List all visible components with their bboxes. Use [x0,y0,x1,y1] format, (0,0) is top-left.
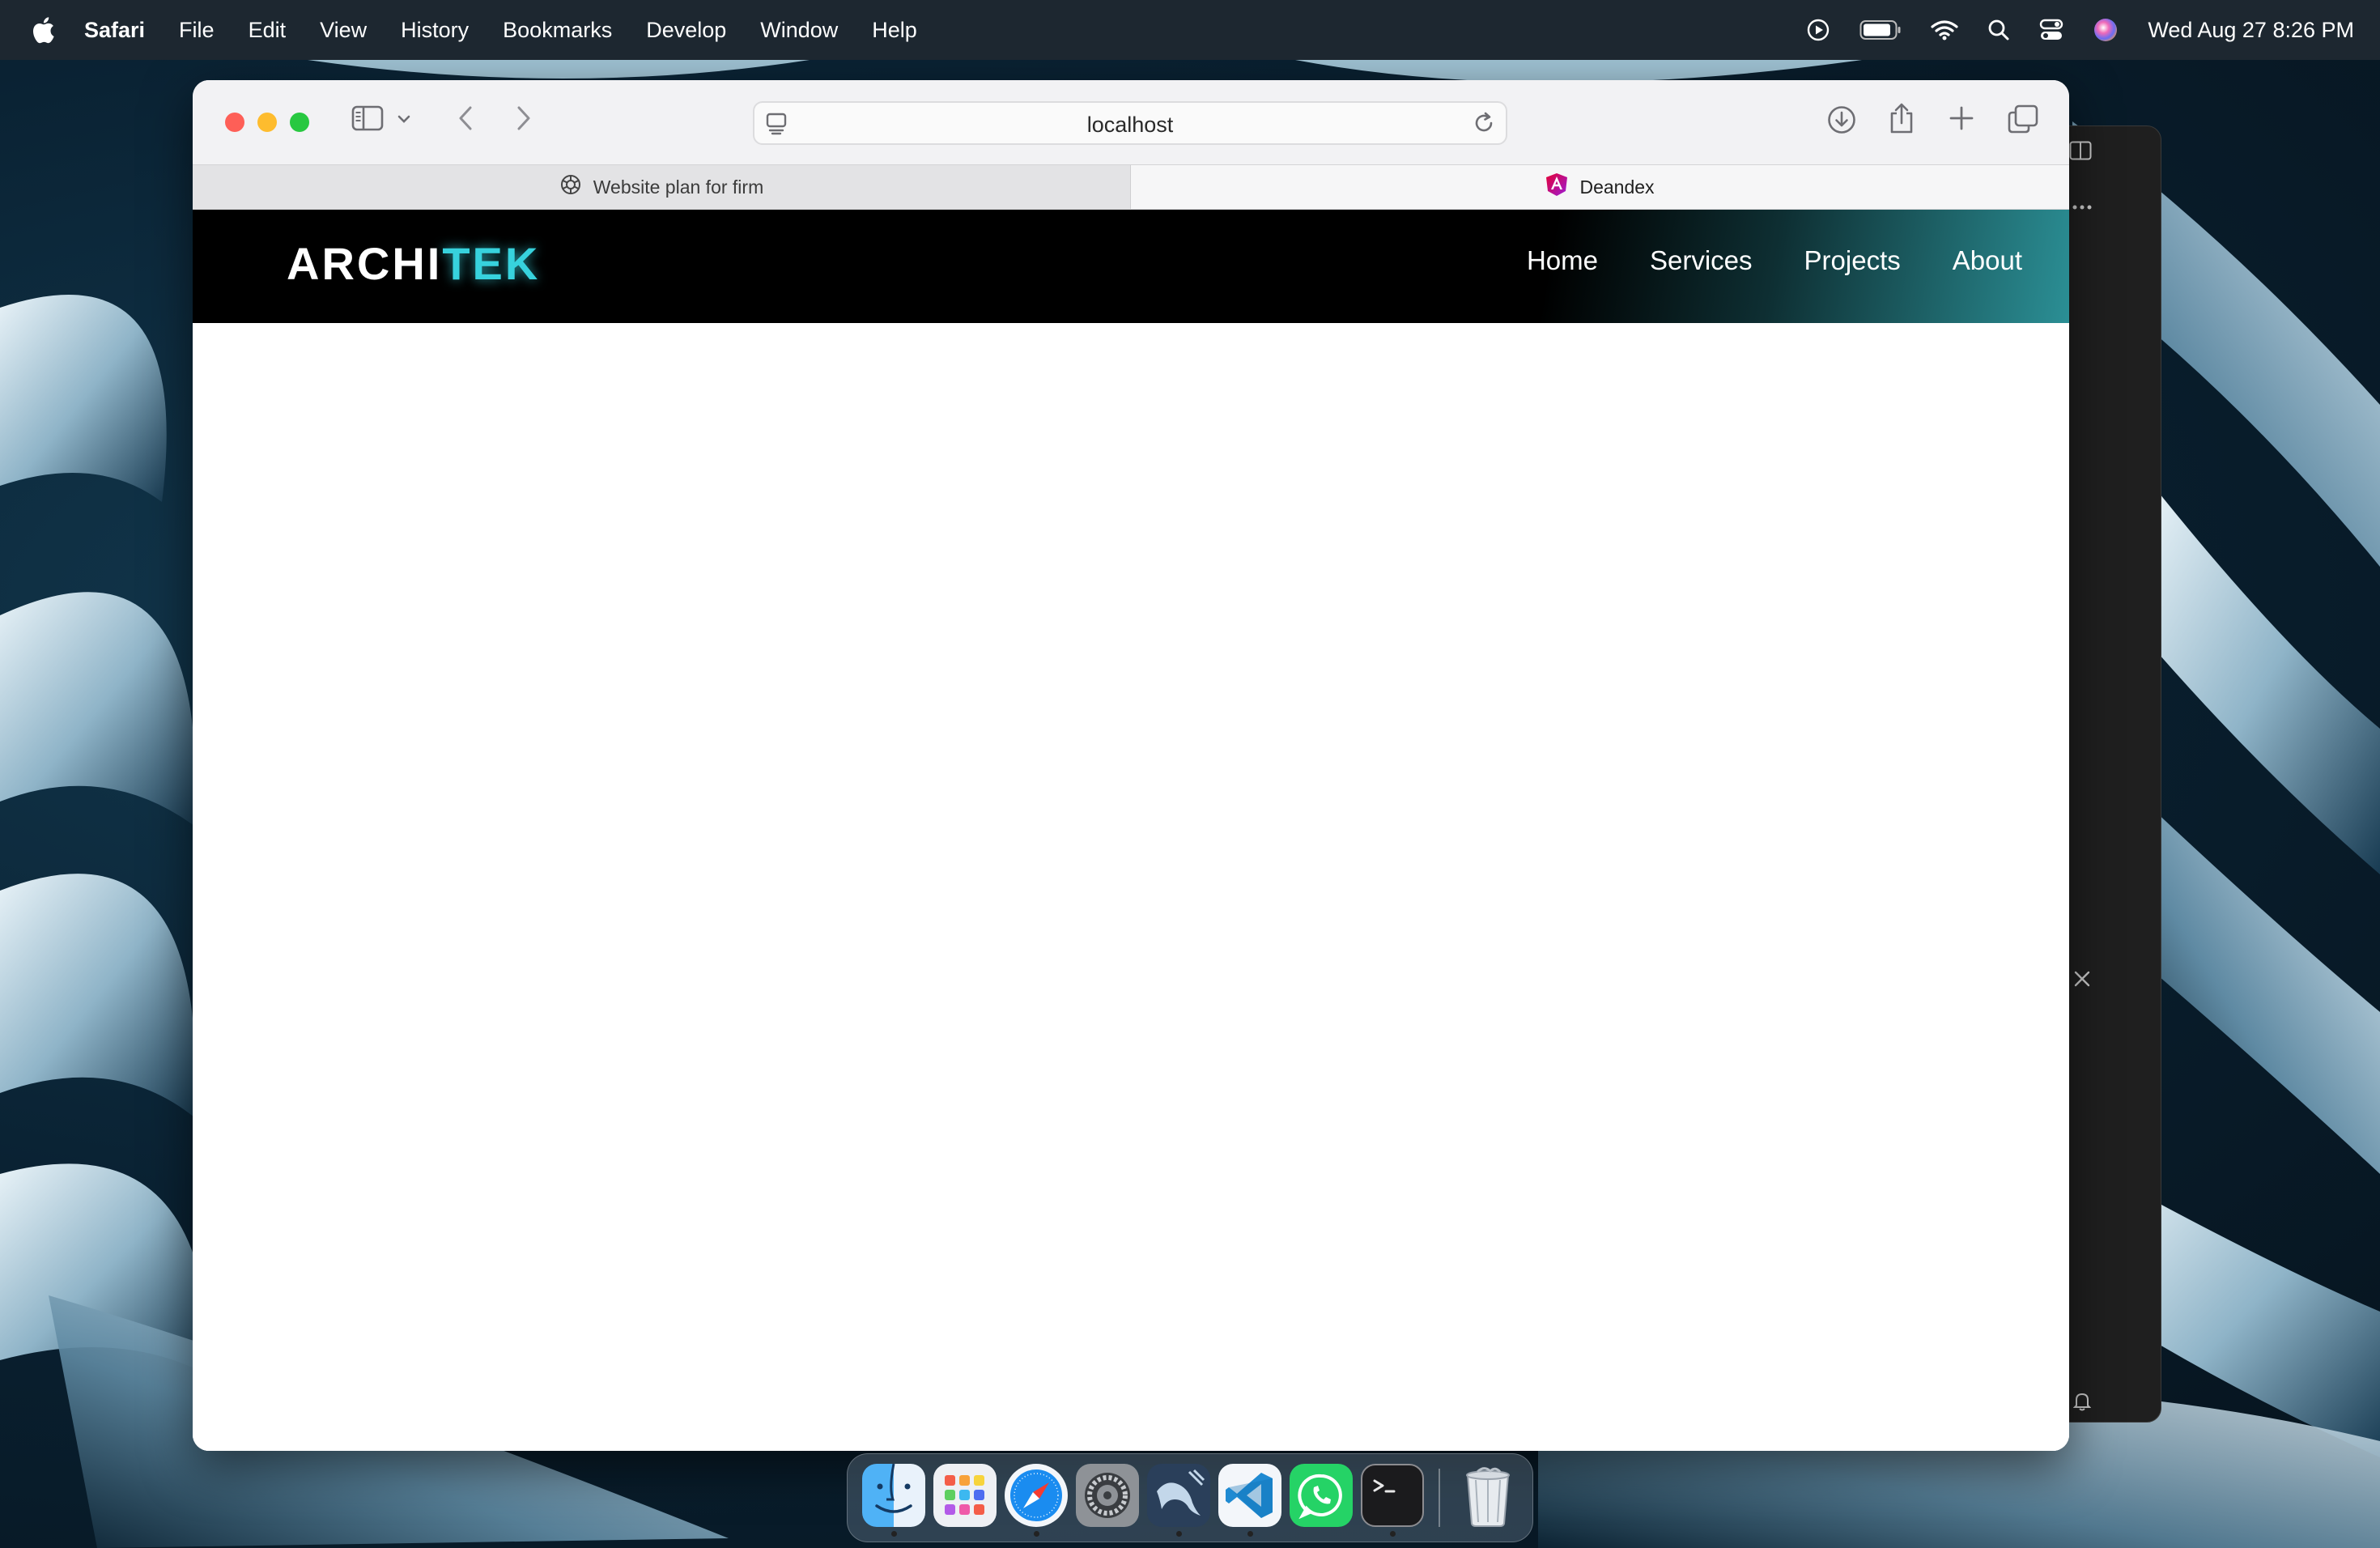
running-indicator [891,1531,897,1537]
running-indicator [1390,1531,1396,1537]
reload-icon[interactable] [1472,111,1496,139]
tab-website-plan[interactable]: Website plan for firm [193,165,1131,209]
minimize-window-button[interactable] [257,113,277,132]
web-page: ARCHITEK Home Services Projects About [193,210,2069,1451]
system-settings-icon[interactable] [1076,1464,1139,1527]
mysql-workbench-icon[interactable] [1147,1464,1210,1527]
address-bar[interactable]: localhost [753,101,1507,145]
dock [847,1453,1533,1542]
control-center-icon[interactable] [2039,19,2063,41]
tab-title: Deandex [1579,176,1655,198]
menu-window[interactable]: Window [760,18,838,43]
trash-icon[interactable] [1456,1464,1519,1527]
angular-icon [1545,172,1568,202]
menu-clock[interactable]: Wed Aug 27 8:26 PM [2148,18,2354,43]
panel-layout-icon[interactable] [2069,141,2092,166]
share-icon[interactable] [1888,101,1915,135]
menu-bookmarks[interactable]: Bookmarks [503,18,612,43]
url-text: localhost [1086,113,1174,137]
launchpad-icon[interactable] [933,1464,997,1527]
more-icon[interactable] [2072,191,2093,216]
menu-help[interactable]: Help [872,18,917,43]
wifi-icon[interactable] [1931,19,1958,40]
tab-title: Website plan for firm [593,176,764,198]
nav-home[interactable]: Home [1527,245,1598,276]
apple-icon[interactable] [31,16,55,44]
whatsapp-icon[interactable] [1290,1464,1353,1527]
menu-history[interactable]: History [401,18,469,43]
menu-edit[interactable]: Edit [249,18,287,43]
downloads-icon[interactable] [1826,104,1857,135]
bell-icon[interactable] [2072,1392,2092,1417]
menu-bar: Safari File Edit View History Bookmarks … [0,0,2380,60]
close-icon[interactable] [2073,968,2091,993]
siri-icon[interactable] [2093,17,2119,43]
openai-icon [559,173,582,201]
page-main-content [193,323,2069,1451]
search-icon[interactable] [1987,19,2010,41]
running-indicator [1176,1531,1182,1537]
battery-icon[interactable] [1859,19,1902,40]
running-indicator [1034,1531,1039,1537]
forward-button-icon[interactable] [513,104,533,132]
menu-develop[interactable]: Develop [646,18,726,43]
site-header: ARCHITEK Home Services Projects About [193,210,2069,323]
nav-about[interactable]: About [1953,245,2022,276]
menu-view[interactable]: View [320,18,367,43]
menu-file[interactable]: File [179,18,215,43]
zoom-window-button[interactable] [290,113,309,132]
nav-projects[interactable]: Projects [1804,245,1901,276]
browser-toolbar: localhost [193,80,2069,164]
back-button-icon[interactable] [457,104,476,132]
site-logo[interactable]: ARCHITEK [287,237,540,290]
logo-accent-text: TEK [442,238,541,289]
terminal-icon[interactable] [1361,1464,1424,1527]
running-indicator [1247,1531,1253,1537]
tab-bar: Website plan for firm Deandex [193,164,2069,210]
new-tab-icon[interactable] [1948,104,1975,132]
tab-overview-icon[interactable] [2008,104,2038,134]
menu-app-name[interactable]: Safari [84,18,145,43]
safari-window: localhost Website plan for firm Deandex … [193,80,2069,1451]
safari-icon[interactable] [1005,1464,1068,1527]
play-circle-icon[interactable] [1806,18,1830,42]
sidebar-toggle-icon[interactable] [351,104,384,132]
finder-icon[interactable] [862,1464,925,1527]
vscode-icon[interactable] [1218,1464,1281,1527]
logo-main-text: ARCHI [287,238,443,289]
tab-deandex[interactable]: Deandex [1131,165,2069,209]
dock-separator [1439,1469,1440,1527]
close-window-button[interactable] [225,113,244,132]
site-nav: Home Services Projects About [1527,245,2022,276]
nav-services[interactable]: Services [1650,245,1753,276]
chevron-down-icon[interactable] [397,114,411,124]
